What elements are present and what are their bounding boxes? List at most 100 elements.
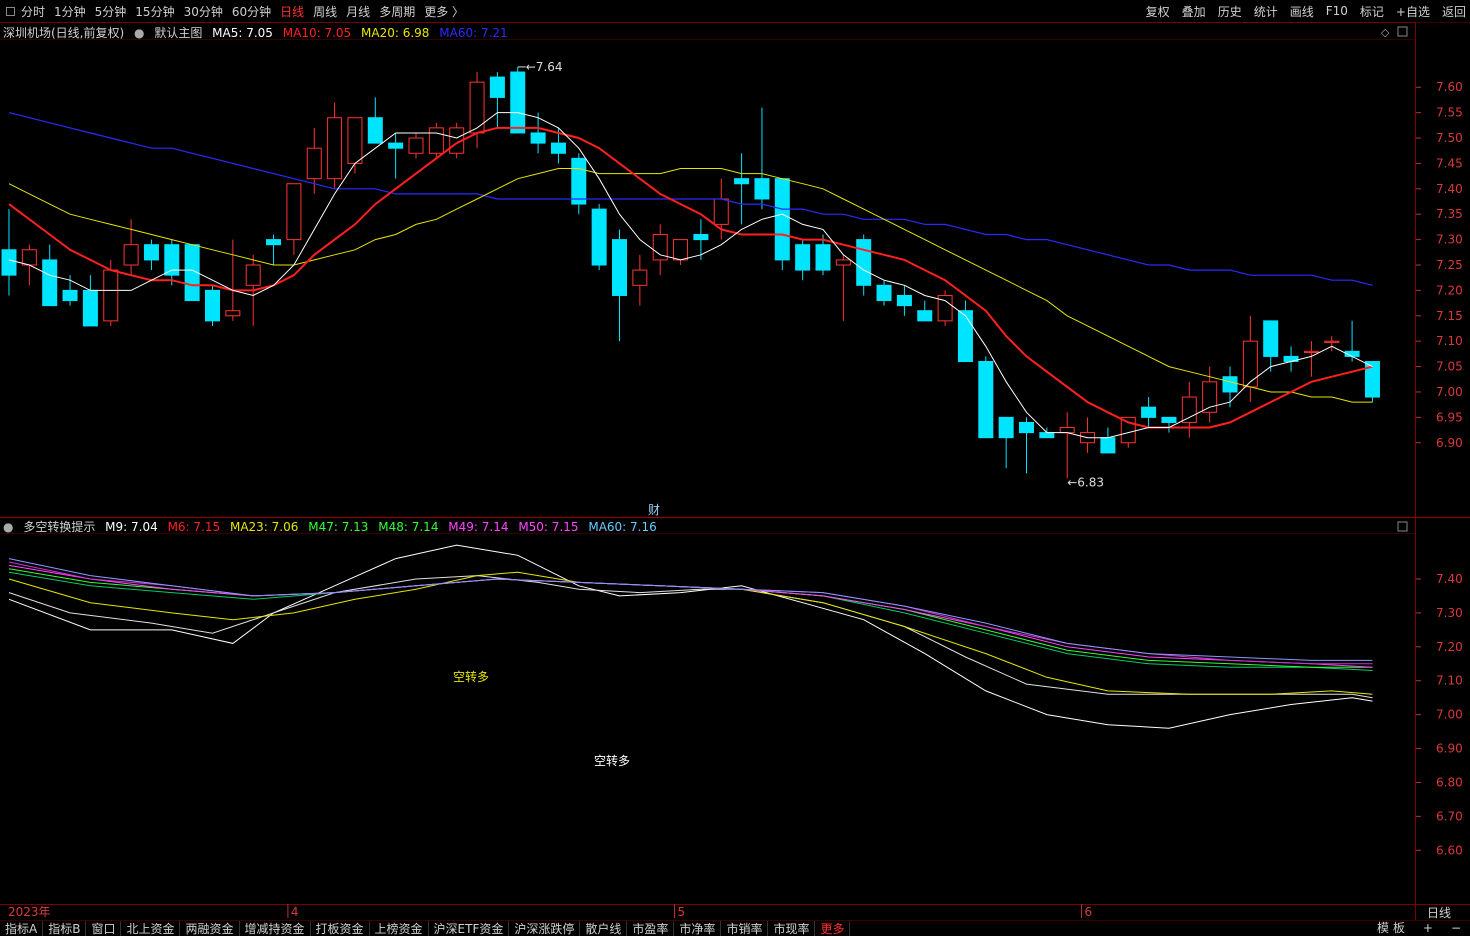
price-tick-label: 7.45 [1436, 156, 1463, 170]
indicator-tab[interactable]: 市净率 [674, 921, 722, 936]
indicator-tab[interactable]: 指标A [0, 921, 44, 936]
candle-body [408, 137, 424, 154]
candle-body [978, 360, 994, 439]
candle-body [428, 127, 444, 154]
candle-body [917, 310, 933, 322]
candle-body [1242, 340, 1258, 388]
ma10-value: MA10: 7.05 [282, 26, 352, 40]
ma5-line [8, 112, 1373, 439]
price-tick-label: 6.95 [1436, 410, 1463, 424]
indicator-tab[interactable]: 沪深涨跌停 [509, 921, 581, 936]
indicator-tab[interactable]: 窗口 [86, 921, 122, 936]
chart-frame [0, 22, 1470, 920]
indicator-toggle-icon[interactable]: ● [3, 520, 13, 534]
candle-body [306, 147, 322, 180]
m9-value: M9: 7.04 [105, 520, 158, 534]
candle-body [591, 208, 607, 266]
candle-body [1161, 416, 1177, 423]
candle-body [1059, 427, 1075, 434]
price-tick-label: 7.10 [1436, 334, 1463, 348]
price-tick-label: 7.25 [1436, 258, 1463, 272]
high-price-label: ←7.64 [526, 60, 563, 74]
sub-tick-label: 6.60 [1436, 843, 1463, 857]
chart-canvas[interactable]: 7.60 7.55 7.50 7.45 7.40 7.35 7.30 7.25 7.20 7.15… [0, 0, 1470, 935]
price-tick-label: 6.90 [1436, 436, 1463, 450]
candle-body [1039, 432, 1055, 439]
ma60-value: MA60: 7.21 [439, 26, 508, 40]
indicator-tab[interactable]: 市销率 [721, 921, 769, 936]
sub-series-line [8, 564, 1373, 668]
sub-series-line [8, 558, 1373, 661]
candle-body [103, 269, 119, 322]
maximize-icon [1397, 26, 1408, 37]
indicator-tab[interactable]: 市盈率 [627, 921, 675, 936]
candle-body [205, 289, 220, 322]
price-tick-label: 7.50 [1436, 131, 1463, 145]
time-axis-label: 2023年 [8, 905, 51, 919]
sub-tick-label: 6.80 [1436, 775, 1463, 789]
candle-body [489, 76, 505, 98]
indicator-tab[interactable]: 市现率 [768, 921, 816, 936]
price-tick-label: 7.55 [1436, 106, 1463, 120]
indicator-tab[interactable]: 打板资金 [311, 921, 370, 936]
time-axis-label: 4 [291, 905, 299, 919]
candle-body [21, 249, 37, 266]
ma60-line [8, 112, 1373, 286]
candle-body [612, 239, 627, 296]
indicator-tab[interactable]: 两融资金 [180, 921, 240, 936]
diamond-icon: ◇ [1381, 26, 1390, 39]
ma23-value: MA23: 7.06 [229, 520, 299, 534]
indicator-tab[interactable]: 增减持资金 [240, 921, 311, 936]
candle-body [245, 264, 261, 286]
indicator-tab[interactable]: 指标B [43, 921, 87, 936]
collapse-icon[interactable]: ● [134, 26, 144, 40]
candle-body [367, 117, 383, 144]
candle-body [896, 294, 912, 307]
sub-tick-label: 6.70 [1436, 809, 1463, 823]
candle-body [815, 244, 831, 271]
indicator-name[interactable]: 多空转换提示 [23, 520, 95, 534]
sub-series-line [8, 561, 1373, 665]
candle-body [550, 142, 566, 154]
price-tick-label: 7.60 [1436, 80, 1463, 94]
template-name[interactable]: 默认主图 [154, 26, 202, 40]
candle-body [795, 244, 811, 271]
m47-value: M47: 7.13 [308, 520, 369, 534]
price-tick-label: 7.20 [1436, 283, 1463, 297]
candle-body [1181, 396, 1197, 423]
candle-body [1, 249, 17, 276]
m48-value: M48: 7.14 [378, 520, 439, 534]
time-axis-label: 6 [1085, 905, 1093, 919]
sub-tick-label: 6.90 [1436, 742, 1463, 756]
candle-body [42, 259, 58, 307]
indicator-tab[interactable]: 更多 [815, 921, 851, 936]
stock-name: 深圳机场(日线,前复权) [3, 26, 125, 40]
candle-body [266, 239, 282, 246]
candle-body [774, 178, 790, 261]
signal-label-white: 空转多 [594, 753, 630, 768]
sub-series-line [8, 544, 1373, 729]
candle-group [1, 66, 1380, 479]
indicator-tab[interactable]: 沪深ETF资金 [429, 921, 510, 936]
bottom-tool-button[interactable]: − [1442, 921, 1470, 935]
candle-body [693, 234, 709, 241]
candle-body [1263, 320, 1279, 357]
m49-value: M49: 7.14 [448, 520, 509, 534]
indicator-tab[interactable]: 上榜资金 [370, 921, 429, 936]
ma60-sub-value: MA60: 7.16 [588, 520, 657, 534]
low-price-label: ←6.83 [1067, 475, 1104, 489]
price-tick-label: 7.35 [1436, 207, 1463, 221]
candle-body [1303, 350, 1319, 354]
candle-body [347, 117, 363, 164]
candle-body [1019, 421, 1034, 434]
indicator-tab[interactable]: 北上资金 [121, 921, 181, 936]
signal-label-yellow: 空转多 [453, 669, 489, 684]
bottom-right-tools: 模 板 + − [1368, 919, 1470, 936]
candle-body [876, 284, 892, 302]
m50-value: M50: 7.15 [518, 520, 579, 534]
bottom-tool-button[interactable]: 模 板 [1368, 919, 1414, 936]
sub-tick-label: 7.40 [1436, 572, 1463, 586]
bottom-tool-button[interactable]: + [1414, 921, 1442, 935]
indicator-tab[interactable]: 散户线 [580, 921, 628, 936]
ma10-line [8, 126, 1373, 429]
